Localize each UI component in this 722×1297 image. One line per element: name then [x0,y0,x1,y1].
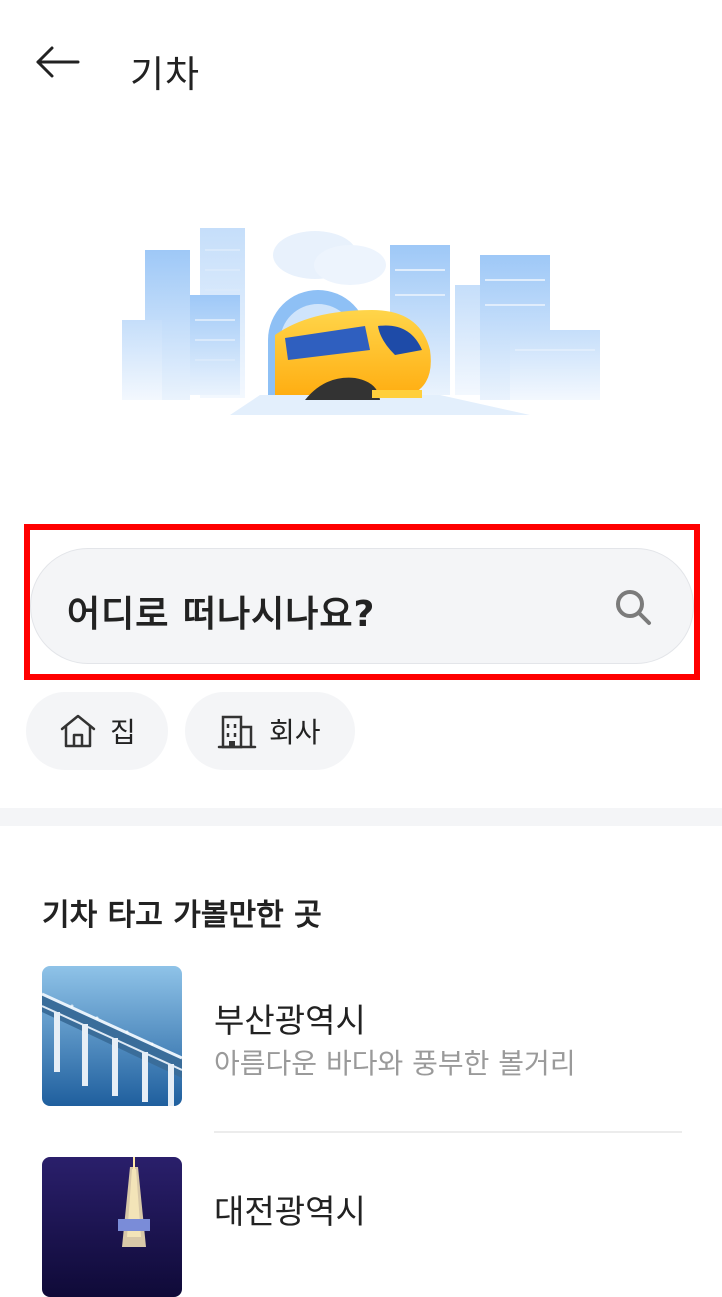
page-title: 기차 [130,53,201,96]
list-item-busan[interactable]: 부산광역시 아름다운 바다와 풍부한 볼거리 [0,966,722,1136]
work-chip-label: 회사 [269,716,321,749]
building-icon [217,715,257,749]
train-city-illustration [110,210,610,430]
night-tower-photo [42,1157,182,1297]
search-placeholder: 어디로 떠나시나요? [67,594,376,635]
home-icon [60,714,96,748]
search-icon[interactable] [613,587,653,627]
work-chip-button[interactable]: 회사 [185,692,355,770]
section-divider [0,808,722,826]
arrow-left-icon [36,46,80,78]
app-header: 기차 [0,0,722,130]
home-chip-label: 집 [110,716,136,749]
list-separator [214,1131,682,1133]
list-item-daejeon[interactable]: 대전광역시 [0,1157,722,1297]
destination-search-input[interactable]: 어디로 떠나시나요? [30,548,694,664]
item-name: 부산광역시 [214,1001,366,1040]
item-name: 대전광역시 [214,1192,366,1231]
back-button[interactable] [32,40,84,84]
home-chip-button[interactable]: 집 [26,692,168,770]
item-description: 아름다운 바다와 풍부한 볼거리 [214,1047,576,1080]
bridge-photo [42,966,182,1106]
recommend-section-title: 기차 타고 가볼만한 곳 [42,898,322,933]
